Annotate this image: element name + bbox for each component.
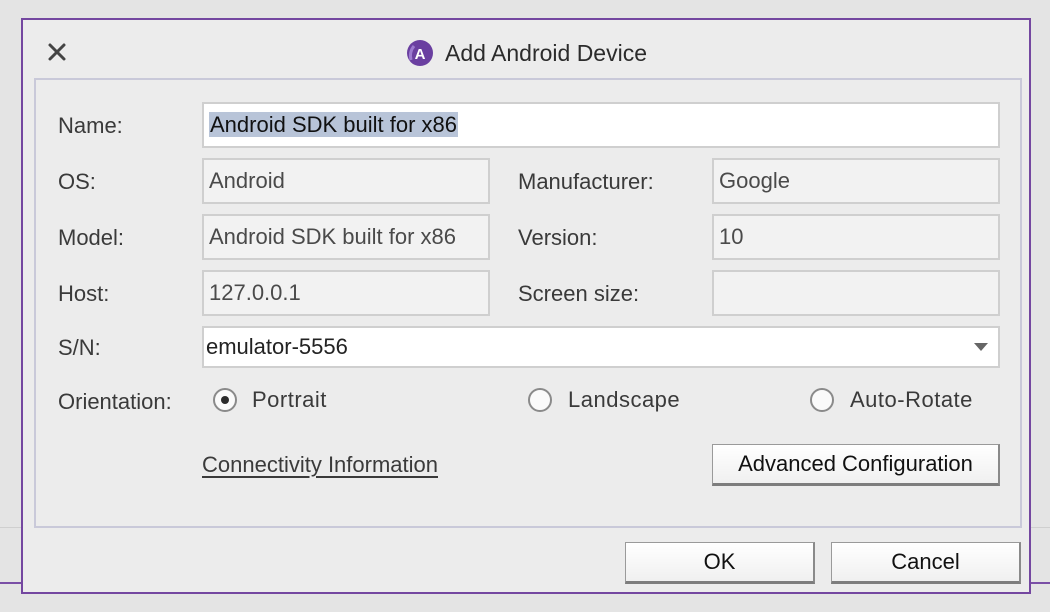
orientation-label: Orientation: <box>58 389 172 414</box>
ok-button[interactable]: OK <box>625 542 815 584</box>
radio-portrait[interactable] <box>213 388 237 412</box>
screen-size-field <box>712 270 1000 316</box>
radio-auto-rotate[interactable] <box>810 388 834 412</box>
model-field: Android SDK built for x86 <box>202 214 490 260</box>
os-label: OS: <box>58 169 96 194</box>
cancel-button[interactable]: Cancel <box>831 542 1021 584</box>
connectivity-information-link[interactable]: Connectivity Information <box>202 452 438 478</box>
model-label: Model: <box>58 225 125 250</box>
radio-selected-dot <box>221 396 229 404</box>
name-input-value: Android SDK built for x86 <box>209 112 459 137</box>
host-label: Host: <box>58 281 110 306</box>
name-input[interactable]: Android SDK built for x86 <box>202 102 1000 148</box>
android-studio-logo-icon: A <box>406 40 433 66</box>
device-form-panel: Name: Android SDK built for x86 OS: Andr… <box>34 78 1022 528</box>
manufacturer-label: Manufacturer: <box>518 169 654 194</box>
radio-landscape-label[interactable]: Landscape <box>568 386 680 414</box>
dialog-title: Add Android Device <box>444 39 647 66</box>
radio-landscape[interactable] <box>528 388 552 412</box>
chevron-down-icon <box>974 343 988 351</box>
name-label: Name: <box>58 113 123 138</box>
radio-auto-rotate-label[interactable]: Auto-Rotate <box>850 386 973 414</box>
host-field: 127.0.0.1 <box>202 270 490 316</box>
version-label: Version: <box>518 225 598 250</box>
screen-size-label: Screen size: <box>518 281 640 306</box>
manufacturer-field: Google <box>712 158 1000 204</box>
advanced-configuration-button[interactable]: Advanced Configuration <box>712 444 1000 486</box>
add-android-device-dialog: A Add Android Device Name: Android SDK b… <box>21 18 1031 594</box>
version-field: 10 <box>712 214 1000 260</box>
radio-portrait-label[interactable]: Portrait <box>252 386 327 414</box>
sn-dropdown-value: emulator-5556 <box>206 334 348 359</box>
os-field: Android <box>202 158 490 204</box>
dialog-title-bar: A Add Android Device <box>23 36 1029 70</box>
sn-dropdown[interactable]: emulator-5556 <box>202 326 1000 368</box>
sn-label: S/N: <box>58 335 101 360</box>
svg-text:A: A <box>415 46 426 63</box>
